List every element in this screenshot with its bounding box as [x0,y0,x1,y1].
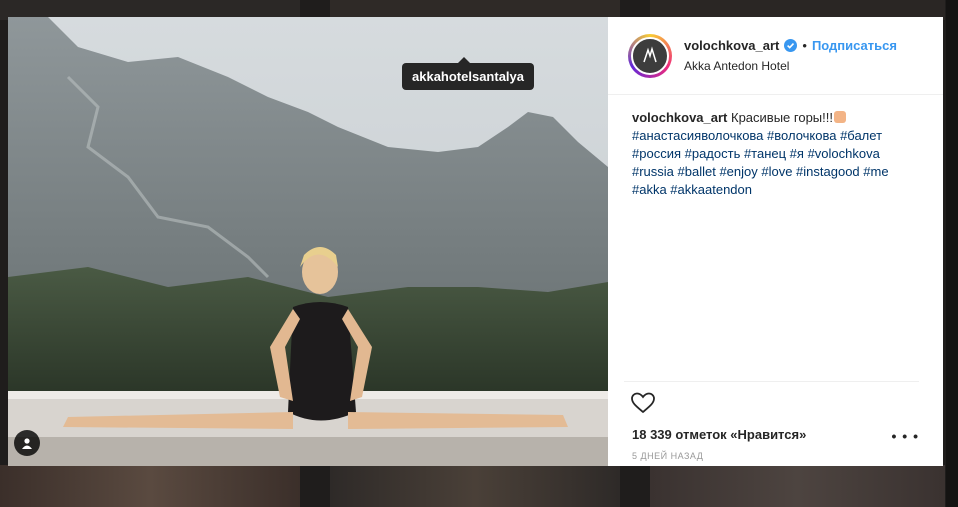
separator-dot: • [802,38,807,53]
likes-count[interactable]: 18 339 отметок «Нравится» [632,427,806,442]
hashtags-line-3[interactable]: #russia #ballet #enjoy #love #instagood … [632,164,889,179]
hashtags-line-2[interactable]: #россия #радость #танец #я #volochkova [632,146,880,161]
post-time: 5 ДНЕЙ НАЗАД [632,451,704,461]
avatar[interactable] [628,33,672,78]
avatar-image [631,36,669,75]
divider [624,381,919,382]
post-footer: 18 339 отметок «Нравится» • • • 5 ДНЕЙ Н… [608,381,943,466]
post-sidebar: volochkova_art • Подписаться Akka Antedo… [608,17,943,466]
more-options-button[interactable]: • • • [892,429,919,443]
background-edge [946,0,958,507]
hashtags-line-1[interactable]: #анастасияволочкова #волочкова #балет [632,128,882,143]
location-link[interactable]: Akka Antedon Hotel [684,59,897,73]
follow-button[interactable]: Подписаться [812,38,897,53]
header-text: volochkova_art • Подписаться Akka Antedo… [684,38,897,73]
post-photo[interactable]: akkahotelsantalya [8,17,608,466]
user-tags-button[interactable] [14,430,40,456]
heart-icon[interactable] [630,391,656,415]
post-modal: akkahotelsantalya volochkova_art • Подпи… [8,17,943,466]
user-tags-icon [21,437,33,449]
hashtags-line-4[interactable]: #akka #akkaatendon [632,182,752,197]
thumbs-up-emoji-icon [833,111,846,123]
verified-badge-icon [784,39,798,52]
background-tile [650,465,945,507]
username-link[interactable]: volochkova_art [684,38,779,53]
photo-tag-tooltip[interactable]: akkahotelsantalya [402,57,535,90]
caption-username[interactable]: volochkova_art [632,110,727,125]
caption: volochkova_art Красивые горы!!! #анастас… [608,95,943,199]
caption-text: Красивые горы!!! [731,110,833,125]
background-tile [0,465,300,507]
background-tile [330,465,620,507]
post-header: volochkova_art • Подписаться Akka Antedo… [608,17,943,95]
header-row: volochkova_art • Подписаться [684,38,897,53]
